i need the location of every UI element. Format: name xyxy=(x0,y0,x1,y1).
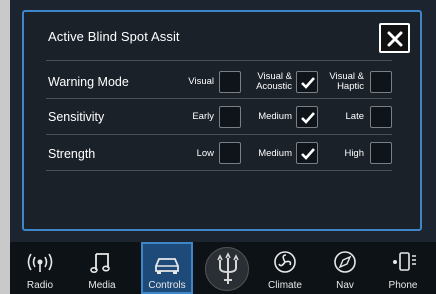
nav-item-nav[interactable]: Nav xyxy=(319,242,371,294)
checkmark-icon xyxy=(301,112,315,124)
phone-icon xyxy=(393,252,416,271)
nav-label-phone: Phone xyxy=(388,280,418,291)
checkmark-icon xyxy=(301,148,315,160)
blind-spot-settings-panel: Active Blind Spot Assit Warning Mode Vis… xyxy=(22,10,422,231)
checkbox-sensitivity-early[interactable] xyxy=(219,106,241,128)
row-label-sensitivity: Sensitivity xyxy=(48,110,105,124)
close-button[interactable] xyxy=(379,23,410,53)
car-icon xyxy=(155,258,179,274)
nav-label-controls: Controls xyxy=(148,280,186,291)
checkbox-strength-high[interactable] xyxy=(370,142,392,164)
nav-item-phone[interactable]: Phone xyxy=(377,242,429,294)
option-label-late: Late xyxy=(345,111,365,122)
option-label-high: High xyxy=(344,148,364,159)
divider xyxy=(46,170,392,171)
row-label-strength: Strength xyxy=(48,147,96,161)
checkmark-icon xyxy=(301,77,315,89)
close-icon xyxy=(387,31,403,47)
music-note-icon xyxy=(90,253,110,273)
nav-item-climate[interactable]: Climate xyxy=(259,242,311,294)
bottom-nav-bar: Radio Media Controls Climate Nav Phone xyxy=(10,242,436,294)
radio-icon xyxy=(27,253,53,272)
divider xyxy=(46,98,392,99)
nav-item-controls[interactable]: Controls xyxy=(141,242,193,294)
nav-label-radio: Radio xyxy=(26,280,54,291)
compass-icon xyxy=(334,251,356,273)
nav-label-nav: Nav xyxy=(336,280,354,291)
panel-title: Active Blind Spot Assit xyxy=(48,29,180,44)
divider xyxy=(46,60,392,61)
option-label-medium: Medium xyxy=(258,148,292,159)
divider xyxy=(46,134,392,135)
option-label-early: Early xyxy=(192,111,214,122)
trident-logo-button[interactable] xyxy=(205,247,249,291)
screen-bezel xyxy=(0,0,10,294)
option-label-visual-haptic: Visual & Haptic xyxy=(329,71,364,92)
climate-fan-icon xyxy=(274,251,296,273)
checkbox-sensitivity-medium[interactable] xyxy=(296,106,318,128)
nav-label-climate: Climate xyxy=(268,280,302,291)
checkbox-warning-visual-acoustic[interactable] xyxy=(296,71,318,93)
option-label-visual: Visual xyxy=(188,76,214,87)
option-label-medium: Medium xyxy=(258,111,292,122)
row-label-warning-mode: Warning Mode xyxy=(48,75,129,89)
option-label-visual-acoustic: Visual & Acoustic xyxy=(256,71,292,92)
nav-item-radio[interactable]: Radio xyxy=(14,242,66,294)
nav-label-media: Media xyxy=(88,280,116,291)
checkbox-warning-visual[interactable] xyxy=(219,71,241,93)
trident-logo-icon xyxy=(217,252,239,284)
checkbox-strength-medium[interactable] xyxy=(296,142,318,164)
nav-item-media[interactable]: Media xyxy=(76,242,128,294)
checkbox-strength-low[interactable] xyxy=(219,142,241,164)
checkbox-warning-visual-haptic[interactable] xyxy=(370,71,392,93)
option-label-low: Low xyxy=(196,148,214,159)
checkbox-sensitivity-late[interactable] xyxy=(370,106,392,128)
